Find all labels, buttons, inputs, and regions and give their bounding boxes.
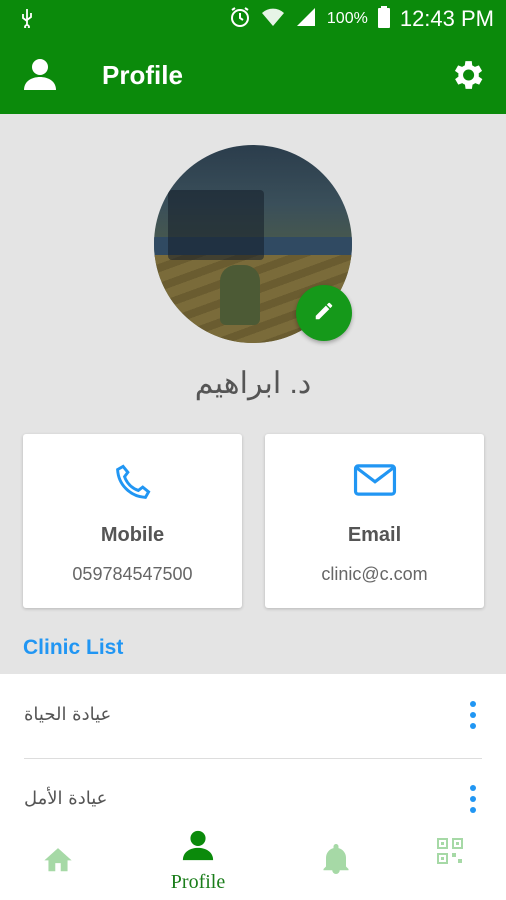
alarm-icon <box>229 6 251 33</box>
mobile-value: 059784547500 <box>72 564 193 584</box>
edit-avatar-button[interactable] <box>296 285 352 341</box>
clinic-list-title: Clinic List <box>23 636 124 659</box>
signal-icon <box>295 7 317 32</box>
phone-icon <box>111 460 155 509</box>
person-icon[interactable] <box>22 56 58 97</box>
home-icon <box>41 844 75 879</box>
status-bar: 100% 12:43 PM <box>0 0 506 38</box>
bottom-navigation: Profile <box>0 826 506 900</box>
more-vert-icon[interactable] <box>470 784 476 819</box>
nav-profile[interactable]: Profile <box>160 826 236 900</box>
gear-icon[interactable] <box>448 56 486 99</box>
battery-percent: 100% <box>326 10 368 27</box>
bell-icon <box>321 842 351 881</box>
email-label: Email <box>347 524 402 546</box>
person-icon <box>181 828 215 867</box>
email-value: clinic@c.com <box>321 564 428 584</box>
pencil-icon <box>313 300 335 327</box>
email-card[interactable]: Email clinic@c.com <box>265 434 484 608</box>
clinic-name: عيادة الأمل <box>24 788 108 809</box>
usb-icon <box>20 8 34 33</box>
list-item[interactable]: عيادة الحياة <box>0 674 506 758</box>
profile-name: د. ابراهيم <box>194 367 312 400</box>
mobile-card[interactable]: Mobile 059784547500 <box>23 434 242 608</box>
qr-code-icon <box>437 838 463 869</box>
wifi-icon <box>261 7 285 32</box>
clinic-name: عيادة الحياة <box>24 704 112 725</box>
clock: 12:43 PM <box>399 6 494 31</box>
mobile-label: Mobile <box>100 524 165 546</box>
mail-icon <box>352 460 398 505</box>
nav-home[interactable] <box>36 826 80 900</box>
nav-notifications[interactable] <box>318 826 354 900</box>
nav-qr[interactable] <box>436 826 464 900</box>
more-vert-icon[interactable] <box>470 700 476 735</box>
app-bar: Profile <box>0 38 506 114</box>
page-title: Profile <box>102 60 183 90</box>
avatar-container <box>154 145 352 343</box>
nav-profile-label: Profile <box>170 871 226 893</box>
battery-icon <box>377 5 390 33</box>
